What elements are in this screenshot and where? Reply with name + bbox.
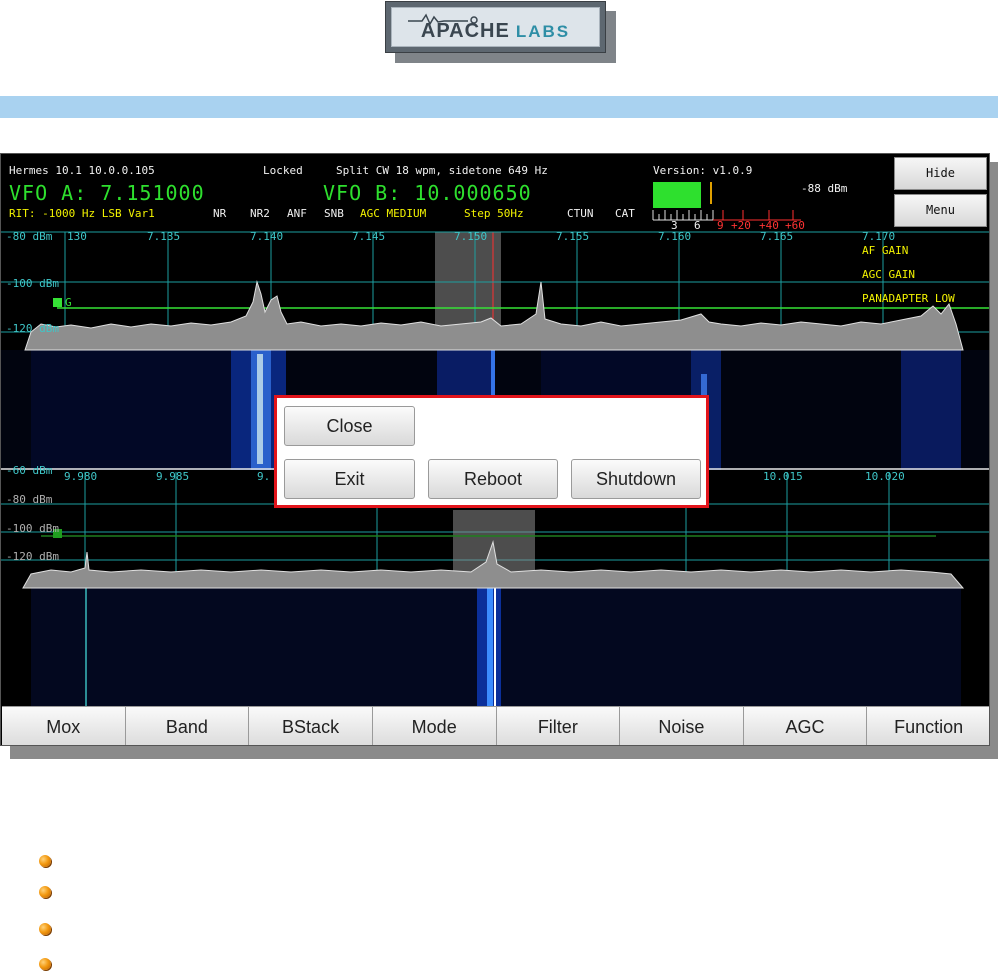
pan-b-dbm-100: -100 dBm (6, 522, 59, 535)
logo-brand: APACHE (420, 20, 510, 42)
agc-button[interactable]: AGC (743, 706, 868, 745)
step-info[interactable]: Step 50Hz (464, 207, 524, 220)
version-label: Version: v1.0.9 (653, 164, 753, 177)
function-button[interactable]: Function (867, 706, 989, 745)
pan-b-freq-1: 9.985 (156, 470, 190, 483)
pan-b-dbm-120: -120 dBm (6, 550, 59, 563)
header-bar (0, 96, 998, 118)
pan-a-freq-5: 7.155 (556, 230, 590, 243)
vfo-b-frequency[interactable]: VFO B: 10.000650 (323, 181, 532, 205)
exit-dialog: Close Exit Reboot Shutdown (274, 395, 709, 508)
reboot-button[interactable]: Reboot (428, 459, 558, 499)
pan-b-freq-4: 10.020 (865, 470, 905, 483)
mox-button[interactable]: Mox (2, 706, 126, 745)
filter-button[interactable]: Filter (496, 706, 621, 745)
panadapter-low-item[interactable]: PANADAPTER LOW (862, 292, 955, 305)
meter-label-6: 6 (694, 219, 701, 232)
pan-b-freq-3: 10.015 (763, 470, 803, 483)
ctun-toggle[interactable]: CTUN (567, 207, 594, 220)
meter-label-9: 9 (717, 219, 724, 232)
exit-button[interactable]: Exit (284, 459, 415, 499)
logo-suffix: LABS (515, 22, 571, 41)
af-gain-item[interactable]: AF GAIN (862, 244, 908, 257)
rit-info[interactable]: RIT: -1000 Hz LSB Var1 (9, 207, 155, 220)
noise-button[interactable]: Noise (620, 706, 744, 745)
mode-info: Split CW 18 wpm, sidetone 649 Hz (336, 164, 548, 177)
bullet-icon (39, 855, 51, 867)
pan-a-dbm-100: -100 dBm (6, 277, 59, 290)
bullet-icon (39, 923, 51, 935)
meter-label-20: +20 (731, 219, 751, 232)
agc-marker[interactable] (53, 298, 62, 307)
lock-status: Locked (263, 164, 303, 177)
dbm-readout: -88 dBm (801, 182, 848, 195)
vfo-a-frequency[interactable]: VFO A: 7.151000 (9, 181, 205, 205)
pan-b-freq-2: 9. (257, 470, 271, 483)
apache-labs-logo: APACHE LABS (385, 1, 606, 53)
anf-toggle[interactable]: ANF (287, 207, 307, 220)
nr-toggle[interactable]: NR (213, 207, 226, 220)
pan-a-freq-1: 7.135 (147, 230, 181, 243)
agc-status[interactable]: AGC MEDIUM (360, 207, 426, 220)
menu-button[interactable]: Menu (894, 194, 987, 227)
bottom-toolbar: Mox Band BStack Mode Filter Noise AGC Fu… (2, 706, 989, 745)
pan-b-dbm-80: -80 dBm (6, 493, 53, 506)
s-meter-peak (710, 182, 712, 204)
pan-a-freq-8: 7.170 (862, 230, 896, 243)
pan-a-freq-2: 7.140 (250, 230, 284, 243)
bullet-icon (39, 886, 51, 898)
close-button[interactable]: Close (284, 406, 415, 446)
pan-b-freq-0: 9.980 (64, 470, 98, 483)
pan-b-dbm-60: -60 dBm (6, 464, 53, 477)
pan-a-freq-4: 7.150 (454, 230, 488, 243)
pan-a-dbm-80: -80 dBm (6, 230, 53, 243)
radio-info: Hermes 10.1 10.0.0.105 (9, 164, 155, 177)
pan-a-freq-7: 7.165 (760, 230, 794, 243)
cat-status: CAT (615, 207, 635, 220)
hide-button[interactable]: Hide (894, 157, 987, 190)
mode-button[interactable]: Mode (372, 706, 497, 745)
band-button[interactable]: Band (125, 706, 250, 745)
pan-a-freq-0: 130 (67, 230, 87, 243)
s-meter-bar (653, 182, 701, 208)
bstack-button[interactable]: BStack (249, 706, 373, 745)
shutdown-button[interactable]: Shutdown (571, 459, 701, 499)
bullet-icon (39, 958, 51, 970)
nr2-toggle[interactable]: NR2 (250, 207, 270, 220)
agc-gain-item[interactable]: AGC GAIN (862, 268, 915, 281)
pan-a-freq-3: 7.145 (352, 230, 386, 243)
pan-a-dbm-120: -120 dBm (6, 322, 59, 335)
pan-a-freq-6: 7.160 (658, 230, 692, 243)
agc-marker-label: G (65, 296, 72, 309)
snb-toggle[interactable]: SNB (324, 207, 344, 220)
